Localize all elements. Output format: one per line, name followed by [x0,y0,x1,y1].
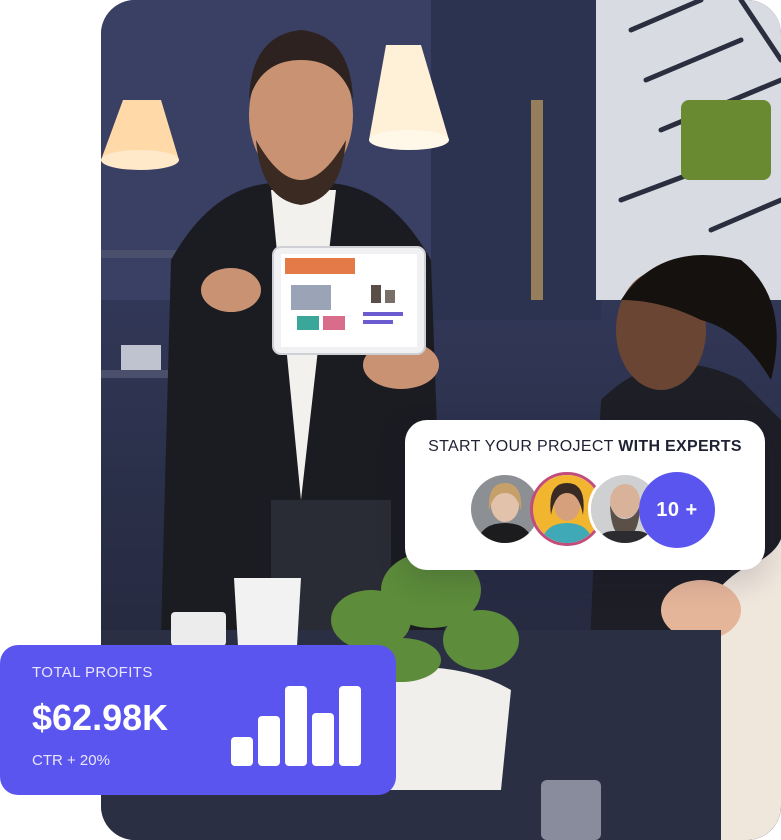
profit-bar-chart [231,686,361,766]
profits-card: TOTAL PROFITS $62.98K CTR + 20% [0,645,396,795]
experts-title-regular: START YOUR PROJECT [428,438,619,455]
experts-title: START YOUR PROJECT WITH EXPERTS [405,438,765,456]
ctr-text: CTR + 20% [32,752,110,769]
profit-bar [312,713,334,766]
experts-title-bold: WITH EXPERTS [618,438,742,455]
profit-bar [339,686,361,766]
profit-bar [231,737,253,766]
expert-avatar-1-icon [471,475,539,543]
profits-value: $62.98K [32,697,169,738]
more-experts-badge[interactable]: 10 + [639,472,715,548]
profit-bar [285,686,307,766]
profit-bar [258,716,280,766]
experts-card: START YOUR PROJECT WITH EXPERTS 10 + [405,420,765,570]
profits-label: TOTAL PROFITS [32,664,153,681]
